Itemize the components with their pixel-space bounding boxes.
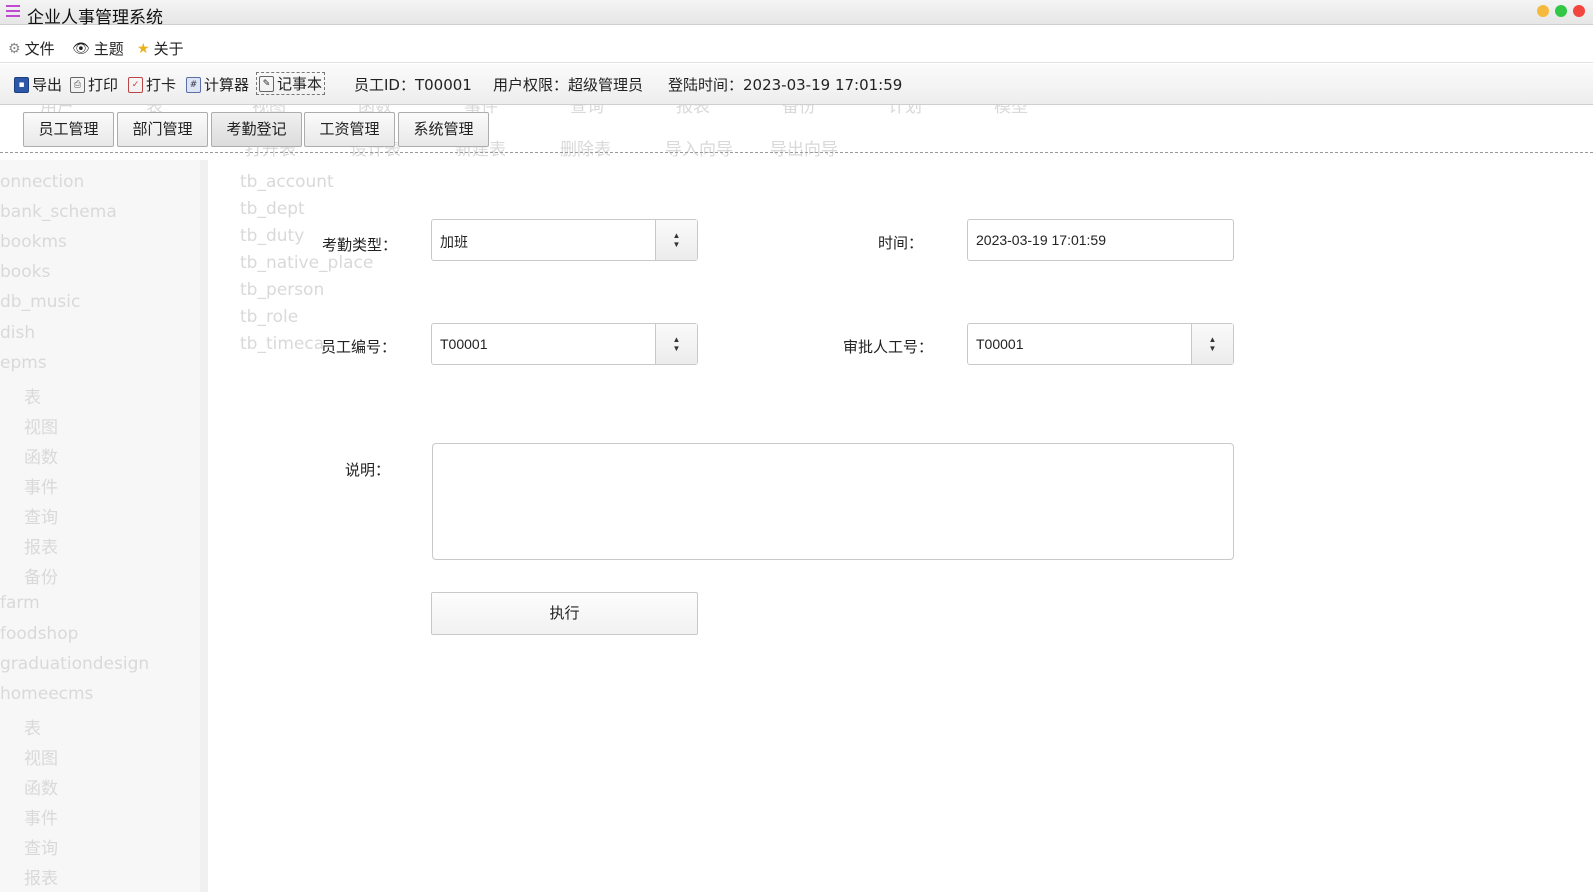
toolbar: ▪ 导出 ⎙ 打印 ✓ 打卡 # 计算器 ✎ 记事本 员工ID：T00001 用…: [0, 64, 1593, 105]
select-arrows-icon[interactable]: ▲ ▼: [655, 324, 697, 364]
calculator-icon: #: [186, 76, 201, 93]
ghost-table-item: tb_account: [240, 172, 334, 192]
menu-theme-label: 主题: [93, 40, 124, 58]
time-field[interactable]: 2023-03-19 17:01:59: [967, 219, 1234, 261]
ghost-tree-item: farm: [0, 593, 40, 614]
ghost-tree-item: 查询: [24, 508, 58, 529]
ghost-tree-item: 视图: [24, 417, 58, 438]
ghost-tree-item: homeecms: [0, 683, 94, 704]
export-label: 导出: [32, 76, 63, 94]
ghost-table-item: tb_native_place: [240, 253, 374, 273]
tab-salary[interactable]: 工资管理: [304, 112, 395, 147]
execute-button[interactable]: 执行: [431, 592, 698, 635]
ghost-tree-item: onnection: [0, 172, 85, 192]
printer-icon: ⎙: [70, 76, 85, 93]
select-arrows-icon[interactable]: ▲ ▼: [655, 220, 697, 260]
attendance-type-value: 加班: [440, 234, 468, 250]
approver-no-select[interactable]: T00001 ▲ ▼: [967, 323, 1234, 365]
ghost-tree-item: books: [0, 262, 51, 283]
gear-icon: ⚙: [8, 40, 21, 57]
star-icon: ★: [137, 40, 150, 57]
maximize-button[interactable]: [1555, 5, 1567, 17]
ghost-tree-item: 函数: [24, 447, 58, 468]
ghost-tree-item: 表: [24, 387, 41, 408]
ghost-table-item: tb_role: [240, 307, 299, 327]
checkin-label: 打卡: [146, 76, 177, 94]
employee-no-value: T00001: [440, 336, 488, 352]
eye-icon: 👁: [72, 40, 90, 57]
ghost-tree-item: 表: [24, 718, 41, 739]
calculator-label: 计算器: [204, 76, 250, 94]
approver-no-label: 审批人工号：: [843, 338, 934, 356]
title-bar: 企业人事管理系统: [0, 0, 1593, 28]
ghost-tree-item: 备份: [24, 568, 58, 589]
calculator-button[interactable]: # 计算器: [186, 74, 249, 95]
app-menu-icon[interactable]: [6, 5, 20, 17]
notepad-icon: ✎: [259, 75, 274, 92]
window-title: 企业人事管理系统: [27, 8, 163, 28]
ghost-tree-item: 视图: [24, 748, 58, 769]
ghost-table-item: tb_person: [240, 280, 325, 300]
ghost-tree-item: dish: [0, 322, 36, 343]
ghost-divider: [200, 160, 208, 892]
menu-bar: ⚙ 文件 👁 主题 ★ 关于: [0, 32, 1593, 63]
ghost-tree-item: 函数: [24, 779, 58, 799]
ghost-tree-item: 报表: [24, 538, 58, 559]
menu-about[interactable]: ★ 关于: [137, 38, 184, 59]
employee-id-info: 员工ID：T00001: [354, 76, 472, 94]
tab-employee[interactable]: 员工管理: [23, 112, 114, 147]
time-label: 时间：: [878, 234, 924, 252]
ghost-tree-item: epms: [0, 352, 47, 373]
ghost-table-item: tb_duty: [240, 226, 305, 246]
export-button[interactable]: ▪ 导出: [14, 74, 62, 95]
permission-info: 用户权限：超级管理员: [493, 76, 644, 94]
ghost-table-item: tb_timeca: [240, 334, 325, 354]
time-value: 2023-03-19 17:01:59: [976, 232, 1106, 248]
ghost-tree-item: 事件: [24, 478, 58, 498]
save-icon: ▪: [14, 76, 29, 93]
tab-attendance[interactable]: 考勤登记: [211, 112, 302, 147]
ghost-tree-item: 报表: [24, 869, 58, 890]
approver-no-value: T00001: [976, 336, 1024, 352]
attendance-type-select[interactable]: 加班 ▲ ▼: [431, 219, 698, 261]
ghost-tree-item: 事件: [24, 809, 58, 830]
minimize-button[interactable]: [1537, 5, 1549, 17]
menu-theme[interactable]: 👁 主题: [72, 38, 124, 59]
close-button[interactable]: [1573, 5, 1585, 17]
print-button[interactable]: ⎙ 打印: [70, 74, 118, 95]
attendance-type-label: 考勤类型：: [322, 236, 398, 254]
employee-no-label: 员工编号：: [321, 338, 397, 356]
menu-about-label: 关于: [153, 40, 184, 58]
tab-department[interactable]: 部门管理: [117, 112, 208, 147]
ghost-tree-item: 查询: [24, 839, 58, 860]
ghost-table-item: tb_dept: [240, 199, 305, 219]
menu-file-label: 文件: [24, 40, 55, 58]
checkin-icon: ✓: [128, 76, 143, 93]
tab-system[interactable]: 系统管理: [398, 112, 489, 147]
ghost-tree-item: graduationdesign: [0, 653, 150, 674]
ghost-tree-item: bank_schema: [0, 202, 117, 223]
ghost-tree-item: bookms: [0, 232, 67, 253]
description-label: 说明：: [345, 461, 391, 479]
notepad-label: 记事本: [277, 75, 323, 93]
notepad-button[interactable]: ✎ 记事本: [256, 72, 326, 95]
ghost-tree-item: db_music: [0, 292, 81, 313]
employee-no-select[interactable]: T00001 ▲ ▼: [431, 323, 698, 365]
tab-bar: 员工管理 部门管理 考勤登记 工资管理 系统管理: [0, 104, 1593, 153]
select-arrows-icon[interactable]: ▲ ▼: [1191, 324, 1233, 364]
checkin-button[interactable]: ✓ 打卡: [128, 74, 176, 95]
login-time-info: 登陆时间：2023-03-19 17:01:59: [668, 76, 903, 94]
print-label: 打印: [88, 76, 119, 94]
description-textarea[interactable]: [432, 443, 1234, 560]
ghost-tree-item: foodshop: [0, 623, 79, 644]
menu-file[interactable]: ⚙ 文件: [8, 38, 55, 59]
